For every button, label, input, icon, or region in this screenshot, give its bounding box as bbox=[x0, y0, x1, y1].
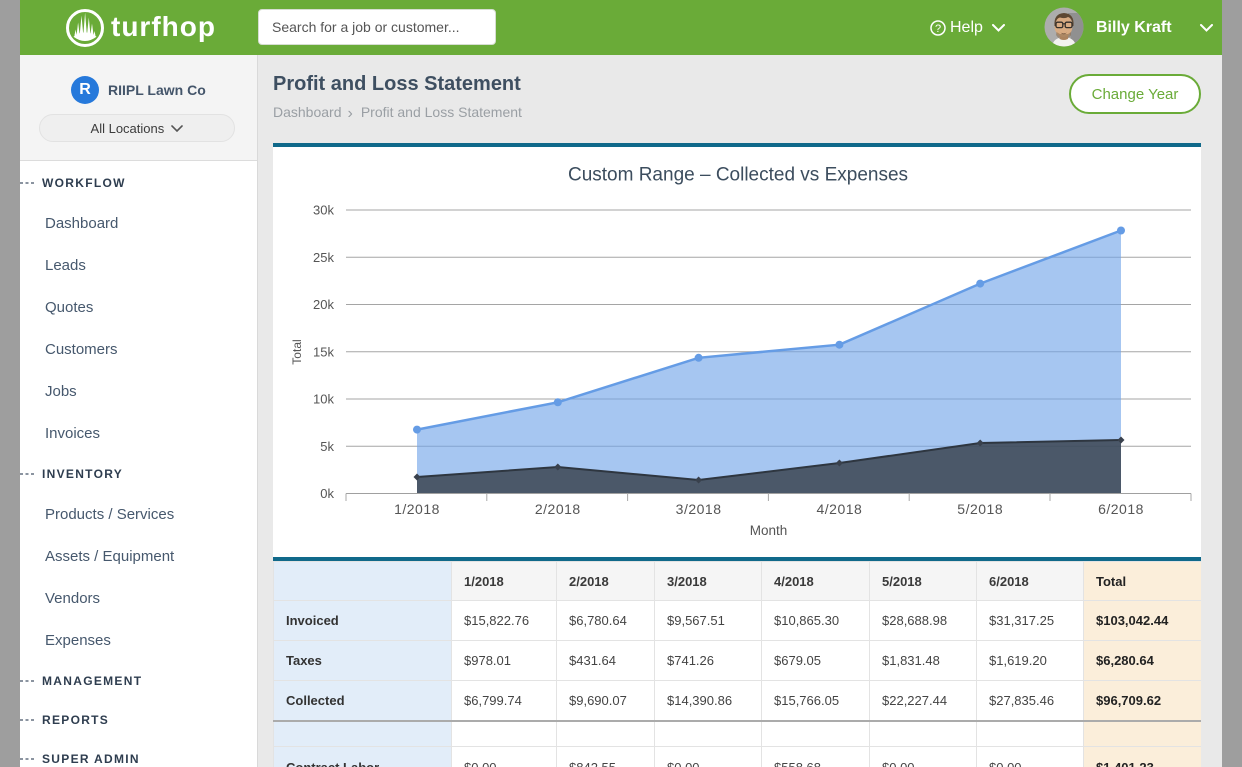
svg-text:5/2018: 5/2018 bbox=[957, 501, 1003, 517]
svg-text:20k: 20k bbox=[313, 297, 334, 312]
svg-text:0k: 0k bbox=[320, 486, 334, 501]
svg-text:5k: 5k bbox=[320, 439, 334, 454]
svg-text:4/2018: 4/2018 bbox=[816, 501, 862, 517]
svg-text:25k: 25k bbox=[313, 250, 334, 265]
svg-text:6/2018: 6/2018 bbox=[1098, 501, 1144, 517]
svg-text:1/2018: 1/2018 bbox=[394, 501, 440, 517]
svg-text:?: ? bbox=[935, 23, 941, 35]
svg-text:3/2018: 3/2018 bbox=[676, 501, 722, 517]
svg-text:Month: Month bbox=[750, 523, 788, 538]
svg-text:2/2018: 2/2018 bbox=[535, 501, 581, 517]
svg-text:10k: 10k bbox=[313, 392, 334, 407]
svg-text:Custom Range – Collected vs Ex: Custom Range – Collected vs Expenses bbox=[568, 165, 908, 186]
svg-text:15k: 15k bbox=[313, 344, 334, 359]
svg-text:Total: Total bbox=[290, 339, 304, 364]
svg-text:30k: 30k bbox=[313, 203, 334, 218]
